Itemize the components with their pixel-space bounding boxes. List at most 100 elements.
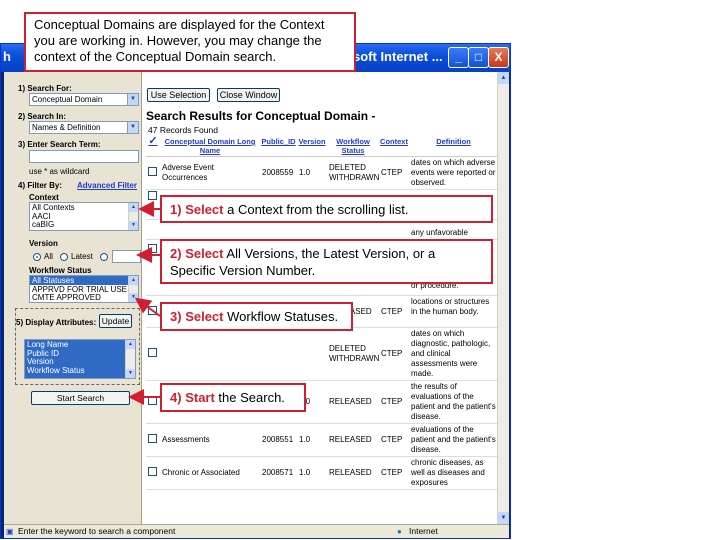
row-checkbox[interactable] (148, 244, 157, 253)
workflow-scrollbar[interactable]: ▲ ▼ (128, 276, 138, 302)
cell-public-id: 2008551 (260, 423, 297, 457)
row-checkbox[interactable] (148, 305, 157, 315)
search-term-input[interactable] (29, 150, 139, 163)
list-item[interactable]: Long Name (25, 340, 135, 349)
callout-verb: Select (185, 202, 224, 217)
context-scrollbar[interactable]: ▲ ▼ (128, 203, 138, 230)
maximize-button[interactable]: □ (468, 47, 489, 68)
display-attributes-label: 5) Display Attributes: (16, 318, 97, 327)
cell-definition: dates on which adverse events were repor… (409, 156, 498, 190)
list-item[interactable]: AACI (30, 212, 138, 221)
version-latest-radio[interactable] (60, 253, 68, 261)
table-row[interactable]: DELETED WITHDRAWN CTEP dates on which di… (146, 327, 498, 381)
globe-icon: ● (397, 527, 402, 536)
list-item[interactable]: All Contexts (30, 203, 138, 212)
column-header-public-id[interactable]: Public_ID (260, 136, 297, 157)
version-all-radio[interactable] (33, 253, 41, 261)
context-listbox[interactable]: All Contexts AACI caBIG ▲ ▼ (29, 202, 139, 231)
list-item[interactable]: caBIG (30, 220, 138, 229)
cell-public-id: 2008571 (260, 456, 297, 490)
cell-definition: the results of evaluations of the patien… (409, 380, 498, 424)
cell-name: Adverse Event Occurrences (160, 156, 260, 190)
row-checkbox[interactable] (148, 467, 157, 476)
workflow-status-label: Workflow Status (29, 266, 92, 275)
attributes-scrollbar[interactable]: ▲ ▼ (125, 340, 135, 378)
results-scrollbar[interactable]: ▲ ▼ (497, 72, 509, 524)
row-checkbox[interactable] (148, 396, 157, 405)
table-header-row: ✓ Conceptual Domain Long Name Public_ID … (146, 136, 498, 157)
list-item[interactable]: Workflow Status (25, 366, 135, 375)
list-item[interactable]: Version (25, 357, 135, 366)
scroll-up-icon[interactable]: ▲ (498, 72, 509, 84)
scroll-up-icon[interactable]: ▲ (129, 203, 138, 212)
select-all-header[interactable]: ✓ (146, 136, 160, 157)
cell-name: Chronic or Associated (160, 456, 260, 490)
row-checkbox[interactable] (148, 191, 157, 200)
column-header-context[interactable]: Context (379, 136, 409, 157)
table-row[interactable]: Assessments 2008551 1.0 RELEASED CTEP ev… (146, 423, 498, 457)
advanced-filter-link[interactable]: Advanced Filter (77, 181, 137, 190)
table-row[interactable]: Chronic or Associated 2008571 1.0 RELEAS… (146, 456, 498, 490)
scroll-up-icon[interactable]: ▲ (129, 276, 138, 285)
workflow-status-listbox[interactable]: All Statuses APPRVD FOR TRIAL USE CMTE A… (29, 275, 139, 303)
start-search-button[interactable]: Start Search (31, 391, 130, 405)
cell-context: CTEP (379, 327, 409, 381)
version-number-input[interactable] (112, 250, 141, 263)
column-header-long-name[interactable]: Conceptual Domain Long Name (160, 136, 260, 157)
records-found: 47 Records Found (148, 125, 218, 135)
row-checkbox[interactable] (148, 167, 157, 176)
callout-step-1: 1) Select a Context from the scrolling l… (160, 195, 493, 223)
scroll-down-icon[interactable]: ▼ (498, 512, 509, 524)
update-button[interactable]: Update (99, 314, 132, 328)
list-item[interactable]: APPRVD FOR TRIAL USE (30, 285, 138, 294)
ie-icon: h (3, 49, 11, 64)
status-message: Enter the keyword to search a component (18, 526, 176, 536)
callout-text: the Search. (214, 390, 285, 405)
cell-version: 1.0 (297, 456, 327, 490)
tutorial-slide: h soft Internet ... _ □ X 1) Search For:… (0, 0, 720, 540)
filter-by-label: 4) Filter By: (18, 181, 63, 190)
chevron-down-icon[interactable]: ▼ (127, 94, 138, 105)
search-for-value: Conceptual Domain (32, 95, 103, 104)
cell-version: 1.0 (297, 156, 327, 190)
cell-context: CTEP (379, 423, 409, 457)
callout-verb: Select (185, 246, 224, 261)
list-item[interactable]: Public ID (25, 349, 135, 358)
search-in-select[interactable]: Names & Definition ▼ (29, 121, 139, 134)
cell-definition: evaluations of the patient and the patie… (409, 423, 498, 457)
display-attributes-listbox[interactable]: Long Name Public ID Version Workflow Sta… (24, 339, 136, 379)
column-header-version[interactable]: Version (297, 136, 327, 157)
list-item[interactable]: All Statuses (30, 276, 138, 285)
cell-context: CTEP (379, 295, 409, 328)
search-for-select[interactable]: Conceptual Domain ▼ (29, 93, 139, 106)
search-in-value: Names & Definition (32, 123, 101, 132)
scroll-down-icon[interactable]: ▼ (129, 293, 138, 302)
chevron-down-icon[interactable]: ▼ (127, 122, 138, 133)
checkmark-icon[interactable]: ✓ (148, 135, 157, 147)
search-term-label: 3) Enter Search Term: (18, 140, 101, 149)
row-checkbox[interactable] (148, 348, 157, 357)
scroll-down-icon[interactable]: ▼ (129, 221, 138, 230)
minimize-button[interactable]: _ (448, 47, 469, 68)
search-in-label: 2) Search In: (18, 112, 67, 121)
cell-public-id (260, 327, 297, 381)
scroll-up-icon[interactable]: ▲ (126, 340, 135, 349)
version-label: Version (29, 239, 58, 248)
minimize-icon: _ (455, 50, 462, 64)
scroll-down-icon[interactable]: ▼ (126, 369, 135, 378)
list-item[interactable]: CMTE APPROVED (30, 293, 138, 302)
cell-definition: dates on which diagnostic, pathologic, a… (409, 327, 498, 381)
page-title: Search Results for Conceptual Domain - (146, 109, 376, 123)
row-checkbox[interactable] (148, 434, 157, 443)
version-number-radio[interactable] (100, 253, 108, 261)
column-header-workflow-status[interactable]: Workflow Status (327, 136, 379, 157)
cell-public-id: 2008559 (260, 156, 297, 190)
table-row[interactable]: Adverse Event Occurrences 2008559 1.0 DE… (146, 156, 498, 190)
column-header-definition[interactable]: Definition (409, 136, 498, 157)
close-window-button-inner[interactable]: Close Window (217, 88, 280, 102)
close-icon: X (494, 50, 503, 64)
use-selection-button[interactable]: Use Selection (147, 88, 210, 102)
close-window-button[interactable]: X (488, 47, 509, 68)
callout-number: 1) (170, 202, 182, 217)
cell-version: 1.0 (297, 423, 327, 457)
